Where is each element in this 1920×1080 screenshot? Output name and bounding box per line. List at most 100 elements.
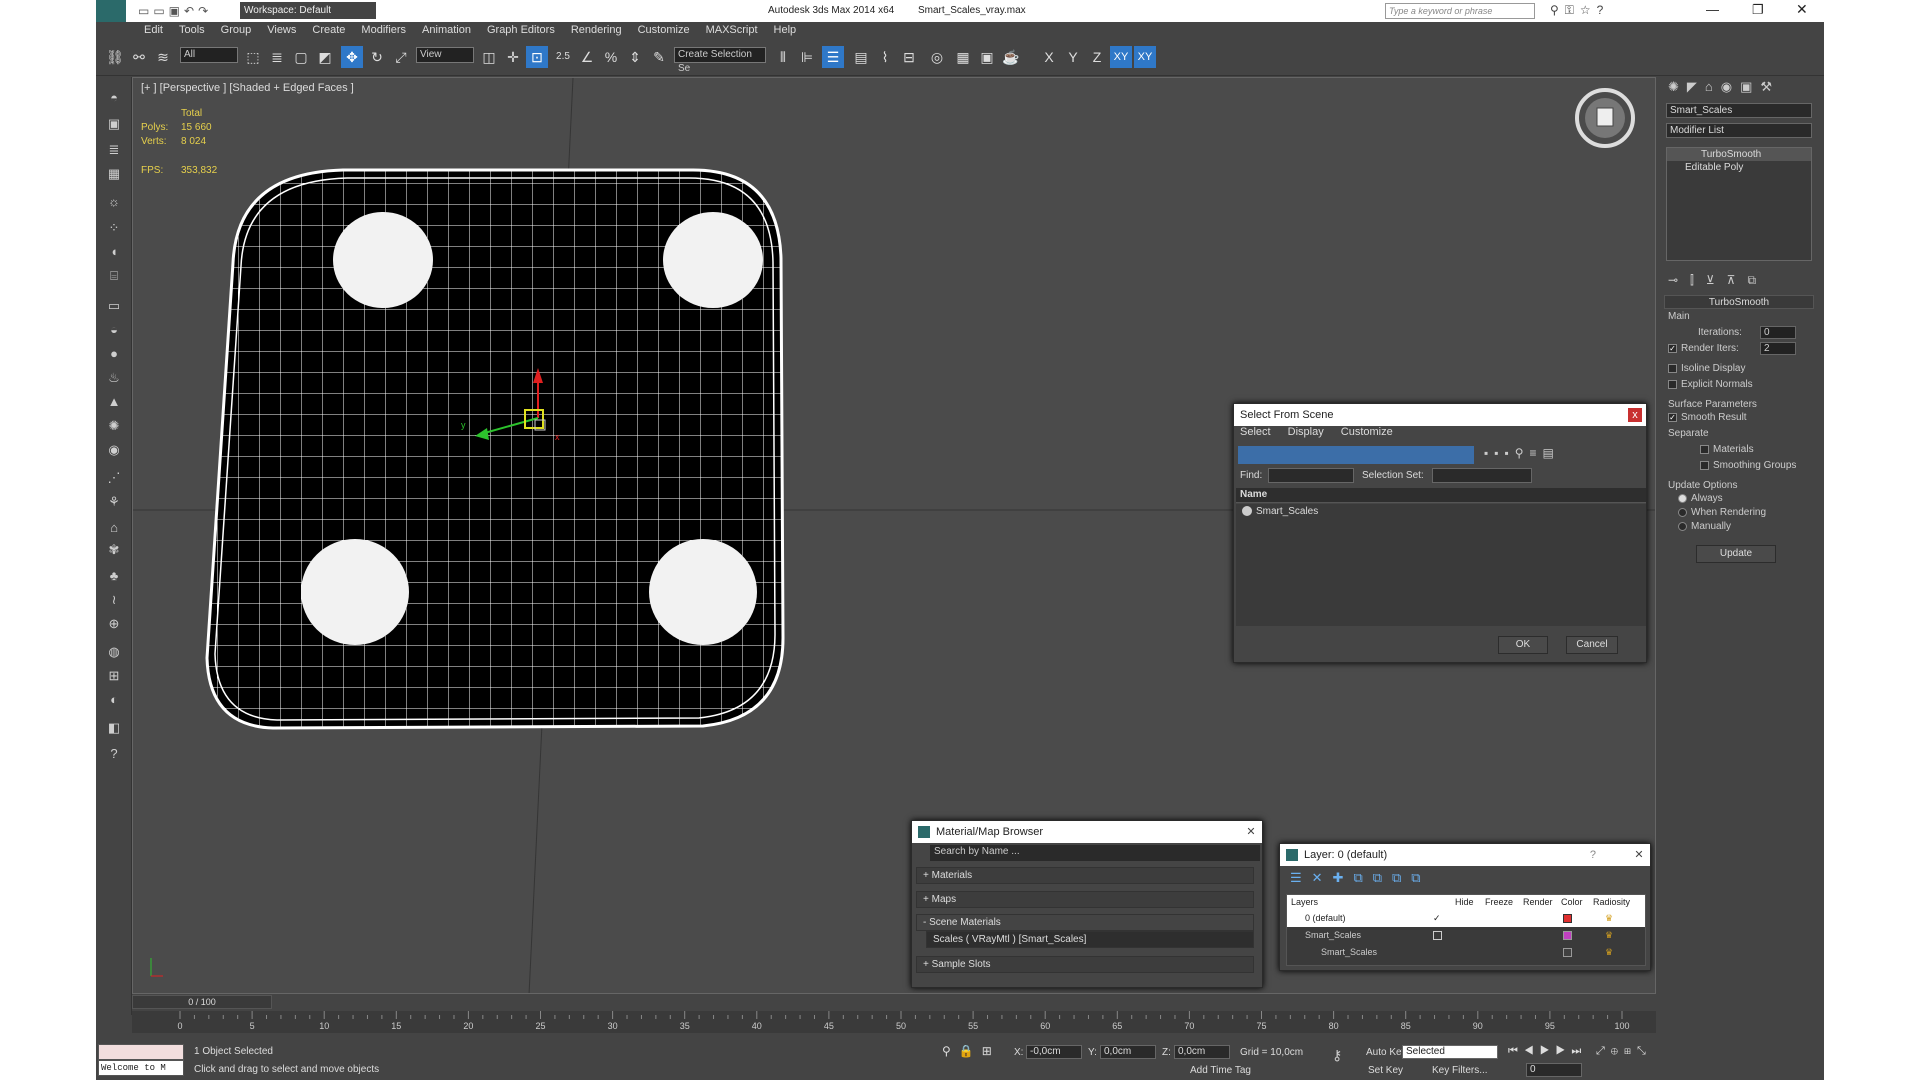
- help-icons[interactable]: ⚲⚿☆?: [1550, 3, 1609, 18]
- radiosity-icon[interactable]: ♛: [1605, 927, 1613, 943]
- maximize-icon[interactable]: ❐: [1752, 2, 1764, 18]
- scene-materials-section[interactable]: - Scene Materials: [916, 914, 1254, 931]
- rectangular-selection-icon[interactable]: ▢: [290, 46, 312, 68]
- link-icon[interactable]: ⛓: [104, 46, 126, 68]
- update-button[interactable]: Update: [1696, 545, 1776, 563]
- grid-icon[interactable]: ⋰: [103, 467, 125, 489]
- render-setup-icon[interactable]: ▦: [952, 46, 974, 68]
- ok-button[interactable]: OK: [1498, 636, 1548, 654]
- layer-checkbox[interactable]: [1433, 931, 1442, 940]
- radiosity-icon[interactable]: ♛: [1605, 910, 1613, 926]
- object-name-field[interactable]: Smart_Scales: [1666, 103, 1812, 118]
- layer-object-row[interactable]: Smart_Scales ♛: [1287, 944, 1645, 961]
- maps-section[interactable]: + Maps: [916, 891, 1254, 908]
- reference-coordinate-dropdown[interactable]: View: [416, 47, 474, 63]
- maxscript-listener-top[interactable]: [98, 1044, 184, 1060]
- particles-icon[interactable]: ⁘: [103, 217, 125, 239]
- col-render[interactable]: Render: [1523, 897, 1553, 907]
- manually-radio[interactable]: [1678, 521, 1687, 531]
- texture-icon[interactable]: ⊞: [103, 665, 125, 687]
- current-frame-field[interactable]: 0: [1526, 1063, 1582, 1077]
- col-radiosity[interactable]: Radiosity: [1593, 897, 1630, 907]
- close-icon[interactable]: ✕: [1796, 1, 1808, 18]
- schematic-view-icon[interactable]: ⊟: [898, 46, 920, 68]
- stack-item-turbosmooth[interactable]: TurboSmooth: [1667, 148, 1811, 161]
- time-slider[interactable]: 0 / 100: [132, 995, 272, 1009]
- globe-icon[interactable]: ✾: [103, 539, 125, 561]
- maxscript-listener[interactable]: Welcome to M: [98, 1060, 184, 1076]
- z-coord-field[interactable]: 0,0cm: [1174, 1045, 1230, 1059]
- scene-material-item[interactable]: Scales ( VRayMtl ) [Smart_Scales]: [926, 931, 1254, 948]
- col-color[interactable]: Color: [1561, 897, 1583, 907]
- selection-filter-dropdown[interactable]: All: [180, 47, 238, 63]
- close-icon[interactable]: x: [1628, 408, 1642, 422]
- layer-manager-icon[interactable]: ☰: [822, 46, 844, 68]
- menu-edit[interactable]: Edit: [136, 22, 171, 36]
- materials-checkbox[interactable]: [1700, 444, 1709, 454]
- name-column-header[interactable]: Name: [1236, 488, 1646, 503]
- axis-xy-button[interactable]: XY: [1110, 46, 1132, 68]
- select-manipulate-icon[interactable]: ✛: [502, 46, 524, 68]
- box-icon[interactable]: ▭: [103, 295, 125, 317]
- radiosity-icon[interactable]: ♛: [1605, 944, 1613, 960]
- rendered-frame-window-icon[interactable]: ▣: [976, 46, 998, 68]
- rollout-title[interactable]: TurboSmooth: [1664, 295, 1814, 309]
- key-mode-dropdown[interactable]: Selected: [1402, 1045, 1498, 1059]
- keyboard-shortcut-icon[interactable]: ⊡: [526, 46, 548, 68]
- sample-slots-section[interactable]: + Sample Slots: [916, 956, 1254, 973]
- smoothing-groups-checkbox[interactable]: [1700, 460, 1709, 470]
- list-icon[interactable]: ≣: [103, 139, 125, 161]
- select-toolbar-icons[interactable]: ▪▪▪⚲≡▤: [1484, 446, 1644, 464]
- perspective-viewport[interactable]: [+ ] [Perspective ] [Shaded + Edged Face…: [132, 77, 1656, 994]
- select-scale-icon[interactable]: ⤢: [390, 46, 412, 68]
- layer-color-swatch[interactable]: [1563, 931, 1572, 940]
- help-button[interactable]: ?: [1590, 844, 1596, 866]
- close-icon[interactable]: ✕: [1632, 848, 1646, 862]
- cone-icon[interactable]: ▲: [103, 391, 125, 413]
- app-logo[interactable]: [96, 0, 126, 22]
- menu-group[interactable]: Group: [213, 22, 260, 36]
- iterations-spinner[interactable]: 0: [1760, 326, 1796, 339]
- select-move-icon[interactable]: ✥: [341, 46, 363, 68]
- align-icon[interactable]: ⊫: [796, 46, 818, 68]
- menu-graph-editors[interactable]: Graph Editors: [479, 22, 563, 36]
- close-icon[interactable]: ✕: [1244, 825, 1258, 839]
- frame-buffer-icon[interactable]: ◧: [103, 717, 125, 739]
- percent-snap-icon[interactable]: %: [600, 46, 622, 68]
- menu-maxscript[interactable]: MAXScript: [698, 22, 766, 36]
- material-search-input[interactable]: Search by Name ...: [930, 845, 1260, 861]
- spinner-snap-icon[interactable]: ⇕: [624, 46, 646, 68]
- selection-set-dropdown[interactable]: [1432, 468, 1532, 483]
- menu-animation[interactable]: Animation: [414, 22, 479, 36]
- key-icon[interactable]: ⚷: [1332, 1047, 1342, 1064]
- select-rotate-icon[interactable]: ↻: [366, 46, 388, 68]
- layer-toolbar-icons[interactable]: ☰✕✚⧉⧉⧉⧉: [1290, 870, 1431, 886]
- named-selection-set-dropdown[interactable]: Create Selection Se: [674, 47, 766, 74]
- axis-x-button[interactable]: X: [1038, 46, 1060, 68]
- hair-icon[interactable]: ⚘: [103, 491, 125, 513]
- axis-z-button[interactable]: Z: [1086, 46, 1108, 68]
- set-key-button[interactable]: Set Key: [1368, 1065, 1403, 1076]
- display-filter-toolbar[interactable]: [1238, 446, 1474, 464]
- add-time-tag[interactable]: Add Time Tag: [1190, 1065, 1251, 1076]
- smooth-result-checkbox[interactable]: ✓: [1668, 412, 1677, 422]
- render-iters-spinner[interactable]: 2: [1760, 342, 1796, 355]
- render-production-icon[interactable]: ☕: [1000, 46, 1022, 68]
- axis-xy-cycle-button[interactable]: XY: [1134, 46, 1156, 68]
- speaker-icon[interactable]: ◖: [103, 241, 125, 263]
- playback-controls[interactable]: ⏮◀▶▶⏭: [1508, 1045, 1587, 1058]
- teapot-icon[interactable]: ◓: [103, 87, 125, 109]
- image-icon[interactable]: ▣: [103, 113, 125, 135]
- command-panel-tabs[interactable]: ✺◤⌂◉▣⚒: [1668, 79, 1780, 95]
- material-editor-icon[interactable]: ◎: [926, 46, 948, 68]
- help-circle-icon[interactable]: ?: [103, 743, 125, 765]
- col-freeze[interactable]: Freeze: [1485, 897, 1513, 907]
- y-coord-field[interactable]: 0,0cm: [1100, 1045, 1156, 1059]
- search-input[interactable]: Type a keyword or phrase: [1385, 3, 1535, 19]
- vray-icon[interactable]: ◐: [103, 689, 125, 711]
- when-rendering-radio[interactable]: [1678, 507, 1687, 517]
- list-item[interactable]: Smart_Scales: [1236, 504, 1646, 519]
- workspace-dropdown[interactable]: Workspace: Default: [240, 2, 376, 19]
- sphere-icon[interactable]: ●: [103, 343, 125, 365]
- modifier-list-dropdown[interactable]: Modifier List: [1666, 123, 1812, 138]
